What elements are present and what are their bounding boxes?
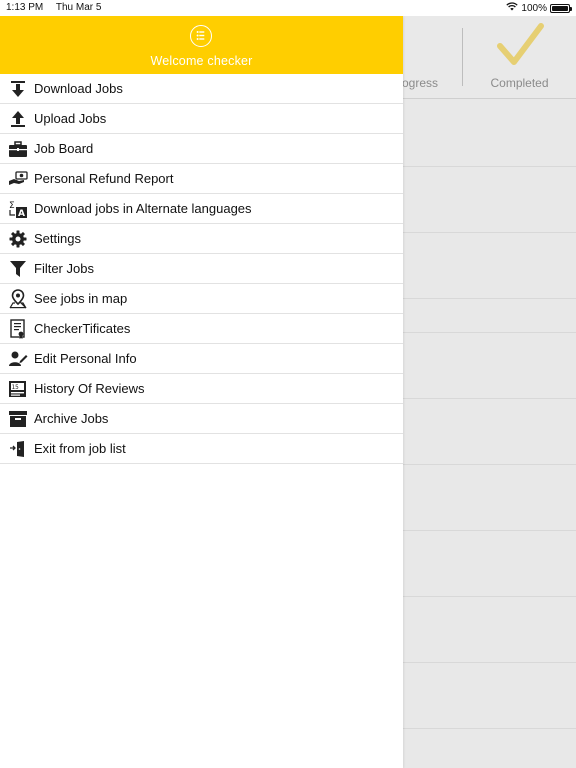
menu-item-job-board[interactable]: Job Board	[0, 134, 403, 164]
menu-item-label: Archive Jobs	[34, 411, 109, 426]
tab-completed[interactable]: Completed	[463, 16, 576, 98]
menu-item-see-jobs-in-map[interactable]: See jobs in map	[0, 284, 403, 314]
menu-item-download-alternate-languages[interactable]: Σ A Download jobs in Alternate languages	[0, 194, 403, 224]
menu-item-label: Upload Jobs	[34, 111, 107, 126]
menu-item-personal-refund-report[interactable]: Personal Refund Report	[0, 164, 403, 194]
briefcase-icon	[8, 139, 28, 159]
checkmark-icon	[495, 22, 545, 71]
refund-icon	[8, 169, 28, 189]
map-pin-icon	[8, 288, 28, 309]
gear-icon	[8, 229, 28, 249]
navigation-drawer: Welcome checker Download Jobs Upload Job…	[0, 16, 403, 768]
certificate-icon	[8, 318, 28, 339]
svg-text:Σ: Σ	[9, 201, 15, 211]
menu-item-exit-from-job-list[interactable]: Exit from job list	[0, 434, 403, 464]
archive-icon	[8, 409, 28, 429]
menu-item-filter-jobs[interactable]: Filter Jobs	[0, 254, 403, 284]
status-date: Thu Mar 5	[55, 2, 102, 13]
menu-item-upload-jobs[interactable]: Upload Jobs	[0, 104, 403, 134]
history-icon: 15	[8, 379, 28, 399]
list-separator	[403, 332, 576, 333]
list-separator	[403, 596, 576, 597]
battery-percent: 100%	[521, 2, 547, 14]
list-separator	[403, 530, 576, 531]
wifi-icon	[506, 2, 519, 14]
menu-item-settings[interactable]: Settings	[0, 224, 403, 254]
list-separator	[403, 662, 576, 663]
drawer-header: Welcome checker	[0, 16, 403, 74]
background-job-list	[403, 98, 576, 768]
upload-icon	[8, 109, 28, 129]
menu-item-label: Settings	[34, 231, 81, 246]
menu-item-label: Edit Personal Info	[34, 351, 137, 366]
list-separator	[403, 398, 576, 399]
welcome-title: Welcome checker	[150, 54, 253, 68]
drawer-menu: Download Jobs Upload Jobs Job Board Pers…	[0, 74, 403, 464]
menu-item-label: History Of Reviews	[34, 381, 145, 396]
menu-item-label: Download jobs in Alternate languages	[34, 201, 252, 216]
menu-item-label: Download Jobs	[34, 81, 123, 96]
menu-item-label: Personal Refund Report	[34, 171, 174, 186]
filter-icon	[8, 259, 28, 279]
list-separator	[403, 232, 576, 233]
menu-item-label: Filter Jobs	[34, 261, 94, 276]
menu-item-checkertificates[interactable]: CheckerTificates	[0, 314, 403, 344]
status-left: 1:13 PM Thu Mar 5	[6, 2, 111, 13]
svg-text:15: 15	[12, 384, 20, 391]
list-separator	[403, 166, 576, 167]
menu-item-archive-jobs[interactable]: Archive Jobs	[0, 404, 403, 434]
status-time: 1:13 PM	[6, 2, 44, 13]
svg-text:A: A	[18, 209, 25, 219]
list-separator	[403, 728, 576, 729]
menu-item-label: Exit from job list	[34, 441, 126, 456]
list-separator	[403, 464, 576, 465]
translate-icon: Σ A	[8, 199, 28, 219]
status-right: 100%	[506, 2, 572, 14]
download-icon	[8, 79, 28, 99]
menu-list-icon[interactable]	[190, 25, 212, 47]
menu-item-label: CheckerTificates	[34, 321, 131, 336]
menu-item-label: Job Board	[34, 141, 94, 156]
menu-item-history-of-reviews[interactable]: 15 History Of Reviews	[0, 374, 403, 404]
exit-icon	[8, 439, 28, 459]
battery-icon	[550, 3, 572, 13]
edit-person-icon	[8, 349, 28, 369]
menu-item-label: See jobs in map	[34, 291, 128, 306]
menu-item-download-jobs[interactable]: Download Jobs	[0, 74, 403, 104]
tab-completed-label: Completed	[490, 76, 549, 90]
status-bar: 1:13 PM Thu Mar 5 100%	[0, 0, 576, 16]
menu-item-edit-personal-info[interactable]: Edit Personal Info	[0, 344, 403, 374]
list-separator	[403, 298, 576, 299]
